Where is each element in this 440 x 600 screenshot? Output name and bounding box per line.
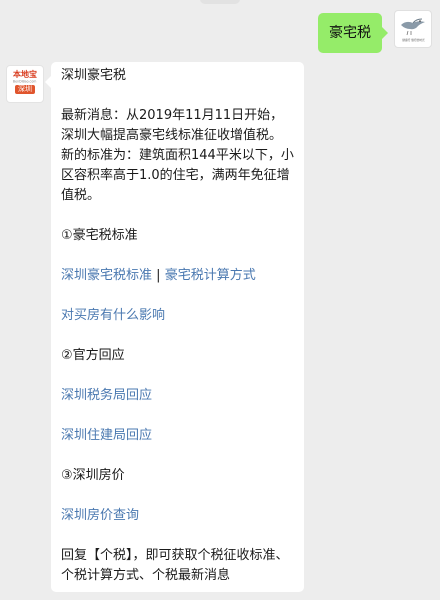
brand-logo-url: BenDiBao.com xyxy=(13,79,37,84)
reply-title: 深圳豪宅税 xyxy=(61,68,127,83)
outgoing-bubble[interactable]: 豪宅税 xyxy=(318,13,388,53)
reply-news: 最新消息：从2019年11月11日开始，深圳大幅提高豪宅线标准征收增值税。新的标… xyxy=(61,108,294,203)
incoming-message: 本地宝 BenDiBao.com 深圳 深圳豪宅税 最新消息：从2019年11月… xyxy=(6,62,304,592)
incoming-bubble: 深圳豪宅税 最新消息：从2019年11月11日开始，深圳大幅提高豪宅线标准征收增… xyxy=(45,62,304,592)
standard-links-line: 深圳豪宅税标准 | 豪宅税计算方式 xyxy=(61,266,294,286)
pelican-icon xyxy=(401,18,425,36)
link-tax-bureau-response[interactable]: 深圳税务局回应 xyxy=(61,388,152,403)
link-separator: | xyxy=(156,268,161,283)
section-heading-price: ③深圳房价 xyxy=(61,468,125,483)
link-buying-impact[interactable]: 对买房有什么影响 xyxy=(61,308,165,323)
brand-city-badge: 深圳 xyxy=(15,85,35,94)
link-tax-standard[interactable]: 深圳豪宅税标准 xyxy=(61,268,152,283)
chat-screen: 豪宅税 健康行 旅行的时光 本地宝 BenDiBao.com 深圳 深圳豪宅税 … xyxy=(0,0,440,600)
brand-avatar[interactable]: 本地宝 BenDiBao.com 深圳 xyxy=(6,65,44,103)
top-edge-stub xyxy=(200,0,240,4)
user-avatar[interactable]: 健康行 旅行的时光 xyxy=(394,10,432,48)
section-heading-standard: ①豪宅税标准 xyxy=(61,228,138,243)
section-heading-official: ②官方回应 xyxy=(61,348,125,363)
link-price-query[interactable]: 深圳房价查询 xyxy=(61,508,139,523)
user-avatar-caption: 健康行 旅行的时光 xyxy=(401,38,425,42)
link-housing-bureau-response[interactable]: 深圳住建局回应 xyxy=(61,428,152,443)
link-tax-calculation[interactable]: 豪宅税计算方式 xyxy=(165,268,256,283)
outgoing-message: 豪宅税 健康行 旅行的时光 xyxy=(318,10,432,53)
reply-footer: 回复【个税】，即可获取个税征收标准、个税计算方式、个税最新消息 xyxy=(61,548,289,583)
brand-logo-name: 本地宝 xyxy=(13,70,37,79)
